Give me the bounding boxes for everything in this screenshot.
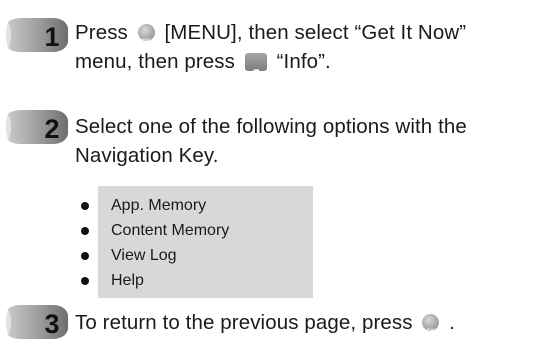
option-content-memory: Content Memory xyxy=(111,222,230,239)
step-badge-icon: 1 xyxy=(6,18,68,52)
step-badge-icon: 2 xyxy=(6,110,68,144)
step-1-text-b: [MENU], then select “Get It Now” xyxy=(164,21,467,44)
step-1-line-1: Press [MENU], then select “Get It Now” xyxy=(75,18,467,57)
option-view-log: View Log xyxy=(111,247,177,264)
step-2-line-2: Navigation Key. xyxy=(75,144,219,167)
bullet-icon xyxy=(81,252,89,260)
step-1-text-c: menu, then press xyxy=(75,50,235,73)
step-number: 1 xyxy=(44,22,59,52)
bullet-icon xyxy=(81,227,89,235)
ok-key-icon xyxy=(137,24,155,57)
step-2-line-1: Select one of the following options with… xyxy=(75,115,467,138)
bullet-icon xyxy=(81,277,89,285)
ok-key-icon xyxy=(422,314,440,347)
bullet-column xyxy=(76,186,94,298)
step-badge-icon: 3 xyxy=(6,305,68,339)
option-help: Help xyxy=(111,272,144,289)
step-number: 3 xyxy=(44,309,59,339)
step-1-text-d: “Info”. xyxy=(276,50,331,73)
option-app-memory: App. Memory xyxy=(111,197,207,214)
step-3-line-1: To return to the previous page, press . xyxy=(75,308,455,347)
bullet-icon xyxy=(81,202,89,210)
step-1-line-2: menu, then press “Info”. xyxy=(75,47,331,85)
step-1-text-a: Press xyxy=(75,21,128,44)
step-3-text: To return to the previous page, press xyxy=(75,311,413,334)
step-number: 2 xyxy=(44,114,59,144)
ellipsis-key-icon xyxy=(244,53,267,85)
step-3-end: . xyxy=(449,311,455,334)
